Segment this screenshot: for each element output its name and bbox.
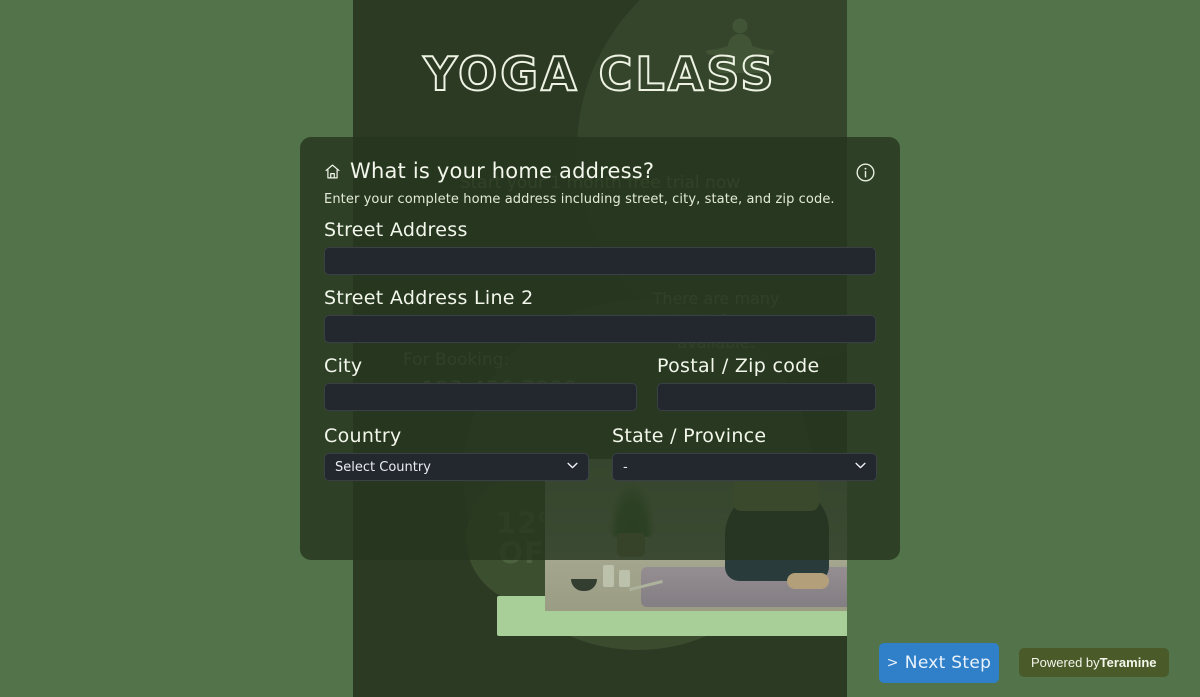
- city-field-group: City: [324, 343, 637, 411]
- home-icon: [325, 164, 340, 178]
- hero-title: YOGA CLASS: [422, 46, 777, 102]
- question-row: What is your home address?: [324, 159, 654, 183]
- state-field-group: State / Province -: [612, 413, 877, 481]
- info-circle-icon[interactable]: [855, 162, 876, 183]
- powered-by-badge[interactable]: Powered by Teramine: [1019, 648, 1169, 677]
- label-street-address-2: Street Address Line 2: [324, 287, 534, 309]
- country-field-group: Country Select Country: [324, 413, 612, 481]
- street-address-line2-input[interactable]: [324, 315, 876, 343]
- label-street-address: Street Address: [324, 219, 468, 241]
- address-form-card: What is your home address? Enter your co…: [300, 137, 900, 560]
- street-address-input[interactable]: [324, 247, 876, 275]
- powered-by-text: Powered by: [1031, 655, 1100, 670]
- country-select[interactable]: Select Country: [324, 453, 589, 481]
- postal-field-group: Postal / Zip code: [657, 343, 876, 411]
- label-country: Country: [324, 425, 402, 447]
- state-select-wrap: -: [612, 453, 877, 481]
- postal-code-input[interactable]: [657, 383, 876, 411]
- city-zip-row: City Postal / Zip code: [324, 343, 876, 411]
- question-description: Enter your complete home address includi…: [324, 192, 835, 207]
- city-input[interactable]: [324, 383, 637, 411]
- next-step-label: Next Step: [904, 653, 992, 673]
- label-state-province: State / Province: [612, 425, 767, 447]
- country-state-row: Country Select Country State / Province …: [324, 413, 877, 481]
- state-select[interactable]: -: [612, 453, 877, 481]
- card-header: What is your home address?: [324, 159, 876, 183]
- page-root: YOGA CLASS Start your 1 month free trial…: [0, 0, 1200, 697]
- country-select-wrap: Select Country: [324, 453, 589, 481]
- label-postal-code: Postal / Zip code: [657, 355, 820, 377]
- powered-by-brand: Teramine: [1099, 655, 1157, 670]
- chevron-right-icon: >: [886, 655, 899, 671]
- page-title: What is your home address?: [350, 159, 655, 183]
- label-city: City: [324, 355, 363, 377]
- next-step-button[interactable]: > Next Step: [879, 643, 999, 683]
